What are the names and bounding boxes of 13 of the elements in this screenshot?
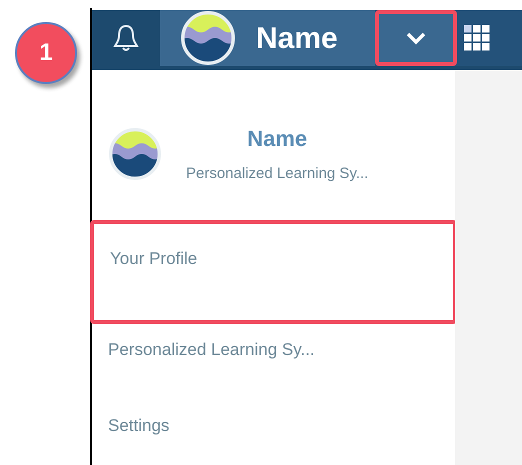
- dropdown-toggle[interactable]: [375, 10, 457, 66]
- step-badge: 1: [15, 22, 77, 84]
- notification-button[interactable]: [92, 10, 160, 66]
- menu-item[interactable]: Personalized Learning Sy...: [92, 330, 455, 406]
- bell-icon: [113, 23, 139, 53]
- profile-name: Name: [247, 125, 308, 153]
- grid-icon: [464, 25, 490, 51]
- user-name: Name: [256, 20, 338, 56]
- profile-subtitle: Personalized Learning Sy...: [186, 164, 368, 184]
- chevron-down-icon: [405, 31, 427, 45]
- menu-item[interactable]: Settings: [92, 406, 455, 465]
- menu-item[interactable]: Your Profile: [90, 220, 457, 324]
- avatar-icon: [108, 126, 162, 181]
